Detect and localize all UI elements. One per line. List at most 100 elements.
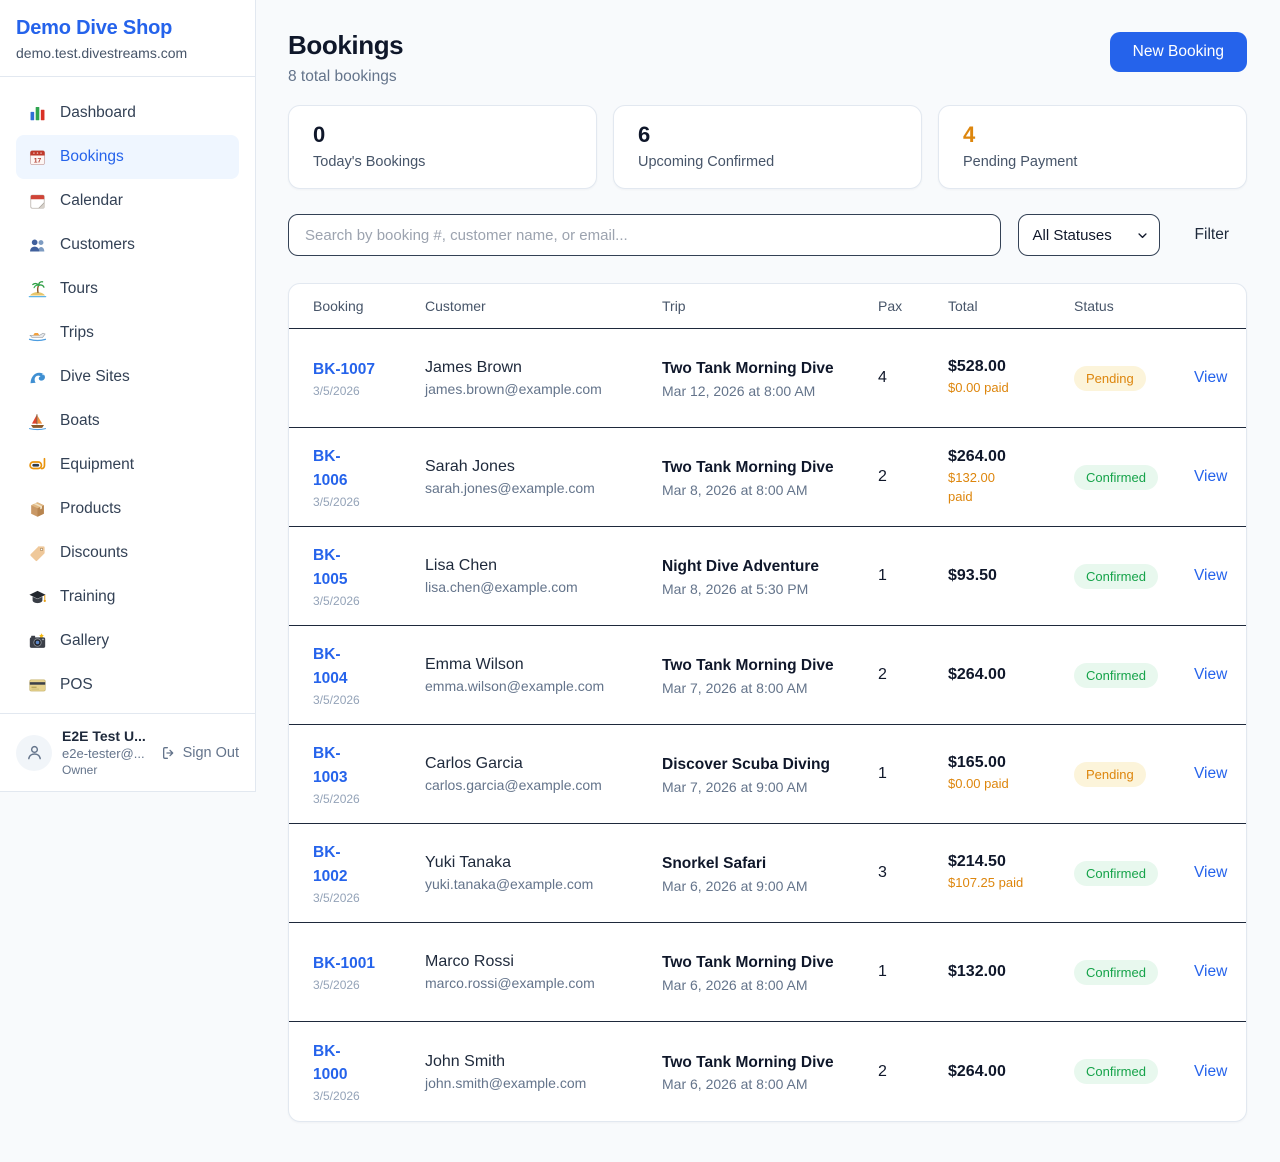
- stat-label: Today's Bookings: [313, 154, 572, 170]
- new-booking-button[interactable]: New Booking: [1110, 32, 1247, 72]
- total-amount: $214.50: [948, 853, 1066, 871]
- customer-email: sarah.jones@example.com: [425, 480, 654, 496]
- user-icon: [25, 743, 44, 762]
- booking-date: 3/5/2026: [313, 792, 417, 806]
- boats-icon: [28, 412, 47, 431]
- table-row: BK-1000 3/5/2026 John Smith john.smith@e…: [289, 1022, 1246, 1121]
- customer-email: yuki.tanaka@example.com: [425, 876, 654, 892]
- pax-value: 2: [878, 666, 948, 684]
- view-link[interactable]: View: [1194, 666, 1227, 683]
- pos-icon: [28, 676, 47, 695]
- status-badge: Confirmed: [1074, 564, 1158, 589]
- booking-link[interactable]: BK-1000: [313, 1040, 355, 1087]
- trip-datetime: Mar 8, 2026 at 8:00 AM: [662, 482, 870, 498]
- customer-email: emma.wilson@example.com: [425, 678, 654, 694]
- amount-paid: $0.00 paid: [948, 775, 1066, 793]
- pax-value: 3: [878, 864, 948, 882]
- customers-icon: [28, 236, 47, 255]
- tours-icon: [28, 280, 47, 299]
- customer-name: Sarah Jones: [425, 458, 654, 476]
- stat-value: 6: [638, 122, 897, 148]
- booking-date: 3/5/2026: [313, 978, 417, 992]
- log-out-icon: [161, 745, 177, 761]
- booking-link[interactable]: BK-1004: [313, 643, 355, 690]
- sidebar-item-tours[interactable]: Tours: [16, 267, 239, 311]
- equipment-icon: [28, 456, 47, 475]
- trip-name: Night Dive Adventure: [662, 555, 834, 578]
- sidebar-item-bookings[interactable]: Bookings: [16, 135, 239, 179]
- sign-out-button[interactable]: Sign Out: [161, 745, 239, 761]
- filter-button[interactable]: Filter: [1177, 226, 1247, 244]
- booking-date: 3/5/2026: [313, 384, 417, 398]
- sidebar-item-calendar[interactable]: Calendar: [16, 179, 239, 223]
- sidebar-item-trips[interactable]: Trips: [16, 311, 239, 355]
- sidebar-item-boats[interactable]: Boats: [16, 399, 239, 443]
- table-row: BK-1007 3/5/2026 James Brown james.brown…: [289, 329, 1246, 428]
- view-link[interactable]: View: [1194, 963, 1227, 980]
- pax-value: 1: [878, 963, 948, 981]
- trip-name: Discover Scuba Diving: [662, 753, 834, 776]
- trip-datetime: Mar 6, 2026 at 9:00 AM: [662, 878, 870, 894]
- booking-link[interactable]: BK-1005: [313, 544, 355, 591]
- sidebar-item-gallery[interactable]: Gallery: [16, 619, 239, 663]
- view-link[interactable]: View: [1194, 567, 1227, 584]
- brand-block: Demo Dive Shop demo.test.divestreams.com: [0, 0, 255, 77]
- trip-name: Two Tank Morning Dive: [662, 357, 834, 380]
- total-amount: $93.50: [948, 567, 1066, 585]
- trip-name: Two Tank Morning Dive: [662, 456, 834, 479]
- sidebar-item-training[interactable]: Training: [16, 575, 239, 619]
- customer-name: Lisa Chen: [425, 557, 654, 575]
- view-link[interactable]: View: [1194, 369, 1227, 386]
- sidebar-item-products[interactable]: Products: [16, 487, 239, 531]
- bookings-table: BookingCustomerTripPaxTotalStatus BK-100…: [288, 283, 1247, 1122]
- total-amount: $165.00: [948, 754, 1066, 772]
- sidebar-item-customers[interactable]: Customers: [16, 223, 239, 267]
- customer-email: john.smith@example.com: [425, 1075, 654, 1091]
- table-row: BK-1005 3/5/2026 Lisa Chen lisa.chen@exa…: [289, 527, 1246, 626]
- booking-link[interactable]: BK-1002: [313, 841, 355, 888]
- user-meta: E2E Test U... e2e-tester@... Owner: [62, 728, 151, 777]
- customer-name: James Brown: [425, 359, 654, 377]
- booking-link[interactable]: BK-1007: [313, 358, 375, 381]
- brand-name[interactable]: Demo Dive Shop: [16, 17, 239, 40]
- user-box: E2E Test U... e2e-tester@... Owner Sign …: [0, 713, 255, 791]
- products-icon: [28, 500, 47, 519]
- status-filter-select[interactable]: All Statuses: [1018, 214, 1160, 256]
- customer-name: Emma Wilson: [425, 656, 654, 674]
- status-badge: Pending: [1074, 762, 1146, 787]
- stat-card: 6 Upcoming Confirmed: [613, 105, 922, 189]
- booking-link[interactable]: BK-1006: [313, 445, 355, 492]
- booking-date: 3/5/2026: [313, 1089, 417, 1103]
- view-link[interactable]: View: [1194, 864, 1227, 881]
- sidebar-item-pos[interactable]: POS: [16, 663, 239, 707]
- trip-name: Two Tank Morning Dive: [662, 1051, 834, 1074]
- main-content: Bookings 8 total bookings New Booking 0 …: [256, 0, 1280, 1152]
- view-link[interactable]: View: [1194, 765, 1227, 782]
- sidebar-item-discounts[interactable]: Discounts: [16, 531, 239, 575]
- calendar-icon: [28, 192, 47, 211]
- search-input[interactable]: [288, 214, 1001, 256]
- pax-value: 4: [878, 369, 948, 387]
- sidebar: Demo Dive Shop demo.test.divestreams.com…: [0, 0, 256, 792]
- customer-email: lisa.chen@example.com: [425, 579, 654, 595]
- bookings-icon: [28, 148, 47, 167]
- booking-link[interactable]: BK-1001: [313, 952, 375, 975]
- customer-email: james.brown@example.com: [425, 381, 654, 397]
- booking-link[interactable]: BK-1003: [313, 742, 355, 789]
- page-title: Bookings: [288, 30, 403, 61]
- trip-datetime: Mar 6, 2026 at 8:00 AM: [662, 977, 870, 993]
- sidebar-item-dive-sites[interactable]: Dive Sites: [16, 355, 239, 399]
- stat-label: Upcoming Confirmed: [638, 154, 897, 170]
- status-badge: Confirmed: [1074, 465, 1158, 490]
- view-link[interactable]: View: [1194, 1063, 1227, 1080]
- sidebar-item-equipment[interactable]: Equipment: [16, 443, 239, 487]
- pax-value: 1: [878, 567, 948, 585]
- dive-sites-icon: [28, 368, 47, 387]
- pax-value: 2: [878, 1063, 948, 1081]
- trip-datetime: Mar 6, 2026 at 8:00 AM: [662, 1076, 870, 1092]
- amount-paid: $0.00 paid: [948, 379, 1066, 397]
- sidebar-item-dashboard[interactable]: Dashboard: [16, 91, 239, 135]
- discounts-icon: [28, 544, 47, 563]
- view-link[interactable]: View: [1194, 468, 1227, 485]
- status-badge: Pending: [1074, 366, 1146, 391]
